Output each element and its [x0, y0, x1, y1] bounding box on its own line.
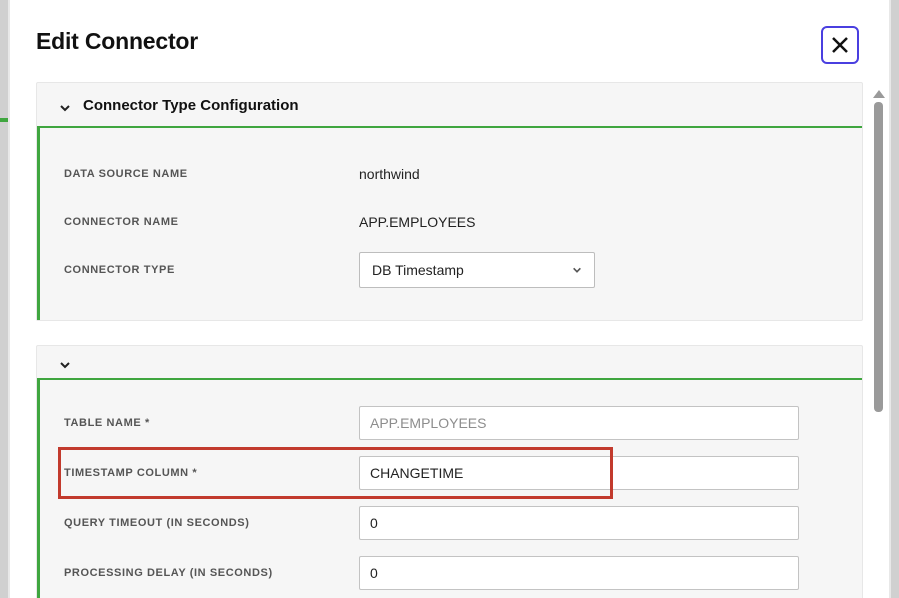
row-processing-delay: PROCESSING DELAY (IN SECONDS)	[64, 548, 838, 598]
section-header-connector-type[interactable]: Connector Type Configuration	[37, 83, 862, 126]
row-timestamp-column: TIMESTAMP COLUMN *	[64, 448, 838, 498]
label-connector-type: CONNECTOR TYPE	[64, 264, 359, 276]
value-data-source-name: northwind	[359, 166, 420, 182]
modal-header: Edit Connector	[10, 0, 889, 82]
row-query-timeout: QUERY TIMEOUT (IN SECONDS)	[64, 498, 838, 548]
modal-title: Edit Connector	[36, 28, 198, 55]
section-body-details: TABLE NAME * TIMESTAMP COLUMN * QUERY TI…	[37, 380, 862, 598]
connector-type-select-value: DB Timestamp	[372, 262, 464, 278]
label-query-timeout: QUERY TIMEOUT (IN SECONDS)	[64, 517, 359, 529]
background-left-strip	[0, 0, 8, 598]
section-body-connector-type: DATA SOURCE NAME northwind CONNECTOR NAM…	[37, 128, 862, 320]
connector-details-section: TABLE NAME * TIMESTAMP COLUMN * QUERY TI…	[36, 345, 863, 598]
close-button[interactable]	[821, 26, 859, 64]
modal-body: Connector Type Configuration DATA SOURCE…	[10, 82, 889, 598]
chevron-down-icon	[572, 262, 582, 278]
chevron-down-icon	[59, 358, 69, 368]
edit-connector-modal: Edit Connector Connector Type Configurat…	[10, 0, 889, 598]
background-green-sliver	[0, 118, 8, 122]
section-header-details[interactable]	[37, 346, 862, 378]
scroll-up-icon	[873, 90, 885, 98]
background-right-strip	[891, 0, 899, 598]
query-timeout-input[interactable]	[359, 506, 799, 540]
row-table-name: TABLE NAME *	[64, 398, 838, 448]
row-connector-type: CONNECTOR TYPE DB Timestamp	[64, 246, 838, 294]
value-connector-name: APP.EMPLOYEES	[359, 214, 475, 230]
chevron-down-icon	[59, 101, 69, 111]
timestamp-column-input[interactable]	[359, 456, 799, 490]
connector-type-select[interactable]: DB Timestamp	[359, 252, 595, 288]
label-table-name: TABLE NAME *	[64, 417, 359, 429]
processing-delay-input[interactable]	[359, 556, 799, 590]
label-data-source-name: DATA SOURCE NAME	[64, 168, 359, 180]
connector-type-config-section: Connector Type Configuration DATA SOURCE…	[36, 82, 863, 321]
section-title: Connector Type Configuration	[83, 97, 299, 114]
row-connector-name: CONNECTOR NAME APP.EMPLOYEES	[64, 198, 838, 246]
label-connector-name: CONNECTOR NAME	[64, 216, 359, 228]
close-icon	[830, 35, 850, 55]
table-name-input[interactable]	[359, 406, 799, 440]
label-timestamp-column: TIMESTAMP COLUMN *	[64, 467, 359, 479]
scroll-thumb[interactable]	[874, 102, 883, 412]
row-data-source-name: DATA SOURCE NAME northwind	[64, 150, 838, 198]
scrollbar[interactable]	[873, 90, 883, 594]
label-processing-delay: PROCESSING DELAY (IN SECONDS)	[64, 567, 359, 579]
